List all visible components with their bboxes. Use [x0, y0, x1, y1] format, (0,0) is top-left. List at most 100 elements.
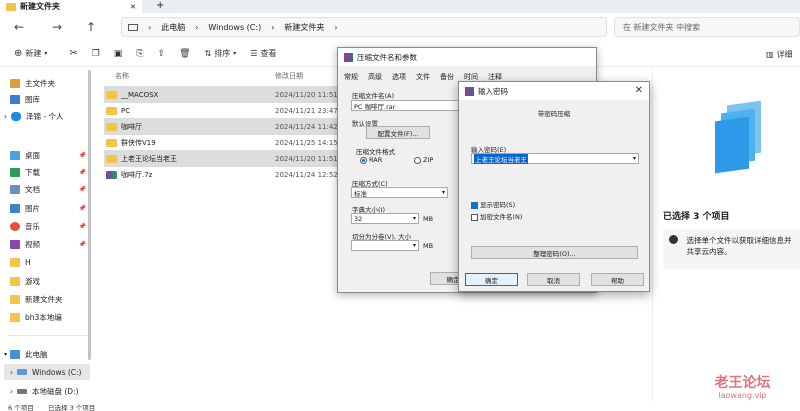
sidebar-item-label: 图库: [25, 94, 40, 104]
close-icon[interactable]: ✕: [635, 85, 643, 96]
new-button[interactable]: ⊕ 新建 ▾: [14, 48, 47, 59]
tab-backup[interactable]: 备份: [440, 72, 454, 82]
folder-icon: [10, 312, 20, 322]
details-button[interactable]: ▥ 详细: [766, 49, 793, 60]
sidebar-item-label: 本地磁盘 (D:): [32, 386, 79, 396]
back-icon[interactable]: ←: [8, 20, 30, 34]
archive-name-field[interactable]: PC 咖啡厅.rar: [351, 100, 459, 111]
cut-icon[interactable]: ✂: [69, 48, 77, 59]
sidebar-item-music[interactable]: 音乐 📌: [10, 218, 96, 234]
organize-passwords-button[interactable]: 整理密码(O)...: [471, 246, 638, 259]
table-row[interactable]: 群侠传V19 2024/11/25 14:15: [104, 134, 340, 151]
table-row[interactable]: 上老王论坛当老王 2024/11/20 11:51: [104, 150, 340, 167]
tab-advanced[interactable]: 高级: [368, 72, 382, 82]
close-tab-icon[interactable]: ✕: [130, 3, 136, 11]
copy-icon[interactable]: ❐: [92, 49, 100, 59]
sidebar-item-games[interactable]: 游戏: [10, 273, 40, 289]
share-icon[interactable]: ⇪: [158, 49, 166, 59]
breadcrumb-this-pc[interactable]: 此电脑: [161, 22, 185, 33]
gallery-icon: [10, 94, 20, 104]
details-label: 详细: [776, 50, 793, 59]
column-name[interactable]: 名称: [115, 71, 129, 81]
delete-icon[interactable]: 🗑: [179, 49, 190, 59]
chevron-down-icon[interactable]: ▾: [633, 155, 636, 162]
show-password-checkbox[interactable]: 显示密码(S): [471, 199, 515, 209]
format-rar-label: RAR: [369, 156, 383, 164]
sidebar-item-this-pc[interactable]: ▾ 此电脑: [4, 346, 48, 362]
file-name: 咖啡厅: [121, 122, 142, 131]
drive-icon: [17, 369, 27, 375]
view-button[interactable]: ☰ 查看: [250, 48, 276, 59]
breadcrumb-drive-c[interactable]: Windows (C:): [208, 23, 261, 32]
new-tab-button[interactable]: +: [156, 0, 164, 11]
table-row[interactable]: 咖啡厅 2024/11/24 11:42: [104, 118, 340, 135]
profiles-button[interactable]: 配置文件(F)...: [366, 126, 430, 139]
password-dialog-titlebar[interactable]: 输入密码 ✕: [459, 82, 649, 100]
status-bar: 6 个项目 已选择 3 个项目: [0, 401, 800, 411]
drive-icon: [17, 388, 27, 394]
paste-icon[interactable]: ▣: [114, 49, 123, 59]
pin-icon[interactable]: 📌: [79, 152, 86, 159]
rename-icon[interactable]: ⎘: [136, 49, 143, 59]
pin-icon[interactable]: 📌: [79, 223, 86, 230]
sidebar-item-drive-d[interactable]: › 本地磁盘 (D:): [10, 383, 79, 399]
tab-general[interactable]: 常规: [344, 72, 358, 82]
password-field[interactable]: 上老王论坛当老王 ▾: [471, 153, 639, 164]
method-select[interactable]: 标准 ▾: [351, 187, 448, 198]
sidebar-item-label: 桌面: [25, 150, 40, 160]
sidebar-scrollbar[interactable]: [88, 70, 91, 360]
table-row[interactable]: PC 2024/11/21 23:47: [104, 102, 340, 119]
download-icon: [10, 167, 20, 177]
sidebar-item-label: bh3本地编: [25, 312, 62, 322]
forward-icon[interactable]: →: [46, 20, 68, 34]
sidebar-item-documents[interactable]: 文档 📌: [10, 181, 96, 197]
table-row[interactable]: 咖啡厅.7z 2024/11/24 12:52: [104, 166, 340, 183]
sidebar-item-h[interactable]: H: [10, 254, 31, 270]
sidebar-item-downloads[interactable]: 下载 📌: [10, 164, 96, 180]
sidebar-item-onedrive[interactable]: › 泽锦 - 个人: [4, 108, 63, 124]
sidebar-item-bh3[interactable]: bh3本地编: [10, 309, 62, 325]
chevron-down-icon: ▾: [233, 50, 237, 57]
pin-icon[interactable]: 📌: [79, 169, 86, 176]
sidebar-item-home[interactable]: 主文件夹: [10, 75, 55, 91]
table-row[interactable]: __MACOSX 2024/11/20 11:51: [104, 86, 340, 103]
archive-dialog-titlebar[interactable]: 压缩文件名和参数: [338, 48, 596, 66]
sidebar-item-videos[interactable]: 视频 📌: [10, 236, 96, 252]
sidebar-item-gallery[interactable]: 图库: [10, 91, 40, 107]
chevron-down-icon: ▾: [4, 350, 8, 358]
up-icon[interactable]: ↑: [80, 20, 102, 34]
format-rar-radio[interactable]: RAR: [360, 156, 382, 164]
pin-icon[interactable]: 📌: [79, 205, 86, 212]
sort-button[interactable]: ⇅ 排序 ▾: [205, 48, 237, 59]
sidebar-item-drive-c[interactable]: › Windows (C:): [4, 364, 90, 380]
tab-options[interactable]: 选项: [392, 72, 406, 82]
file-date: 2024/11/25 14:15: [275, 138, 338, 147]
pin-icon[interactable]: 📌: [79, 241, 86, 248]
tab-files[interactable]: 文件: [416, 72, 430, 82]
column-date[interactable]: 修改日期: [275, 71, 303, 81]
chevron-down-icon: ▾: [412, 215, 416, 222]
new-button-label: 新建: [25, 49, 42, 58]
dict-select[interactable]: 32 ▾: [351, 213, 419, 224]
encrypt-names-label: 加密文件名(N): [480, 213, 523, 221]
chevron-right-icon: ›: [195, 22, 199, 32]
password-cancel-button[interactable]: 取消: [527, 273, 580, 286]
encrypt-names-checkbox[interactable]: 加密文件名(N): [471, 211, 522, 221]
chevron-down-icon: ▾: [441, 189, 445, 196]
tab-new-folder[interactable]: 新建文件夹 ✕: [0, 0, 142, 13]
format-zip-radio[interactable]: ZIP: [414, 156, 433, 164]
document-icon: [10, 184, 20, 194]
password-help-button[interactable]: 帮助: [591, 273, 644, 286]
password-ok-button[interactable]: 确定: [465, 273, 518, 286]
sidebar-item-new-folder[interactable]: 新建文件夹: [10, 291, 63, 307]
address-bar[interactable]: › 此电脑 › Windows (C:) › 新建文件夹 ›: [121, 17, 607, 37]
plus-circle-icon: ⊕: [14, 48, 23, 59]
title-bar: 新建文件夹 ✕ +: [0, 0, 800, 13]
sidebar-item-desktop[interactable]: 桌面 📌: [10, 147, 96, 163]
sidebar-item-pictures[interactable]: 图片 📌: [10, 200, 96, 216]
search-input[interactable]: 在 新建文件夹 中搜索: [614, 17, 800, 37]
breadcrumb-new-folder[interactable]: 新建文件夹: [284, 22, 324, 33]
split-select[interactable]: ▾: [351, 240, 419, 251]
pin-icon[interactable]: 📌: [79, 186, 86, 193]
sidebar-item-label: 主文件夹: [25, 78, 55, 88]
